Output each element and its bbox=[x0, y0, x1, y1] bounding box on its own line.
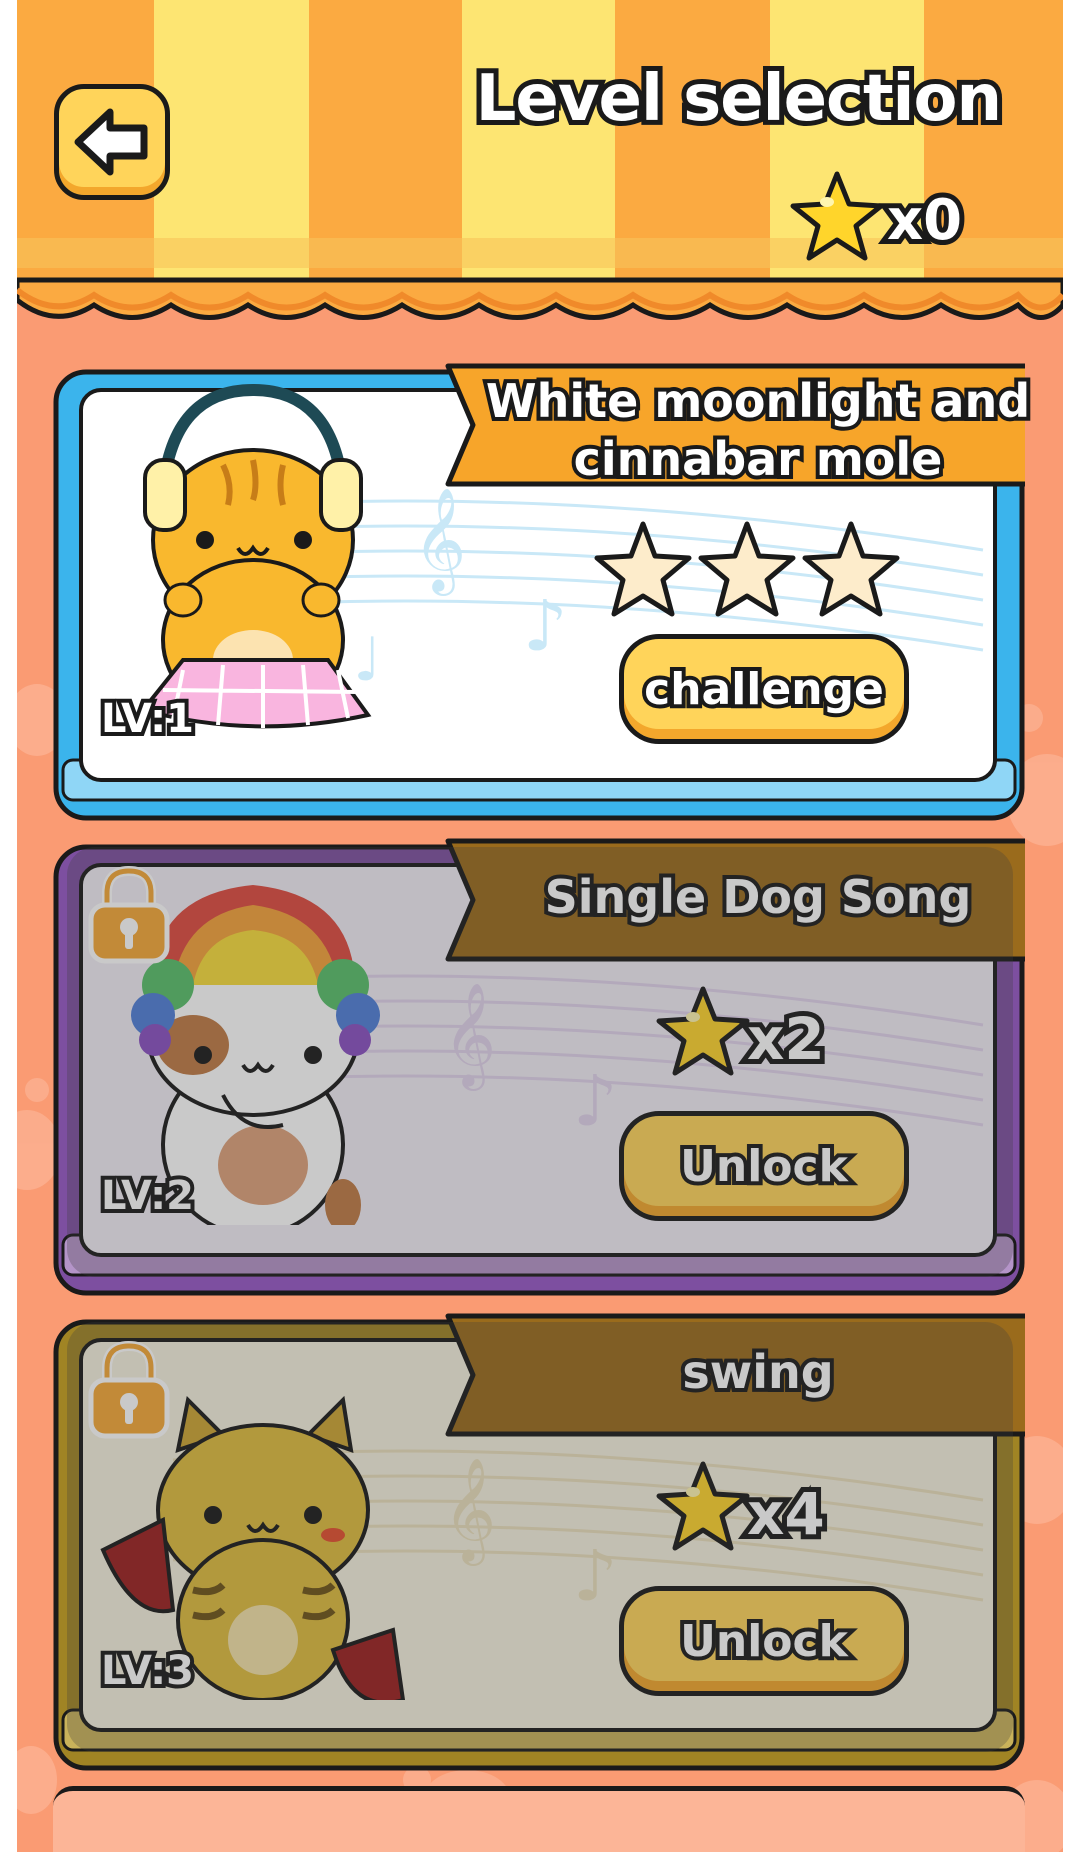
svg-text:𝄞: 𝄞 bbox=[443, 982, 496, 1091]
level-selection-screen: Level selection x0 𝄞 ♪ ♩ White moonlight… bbox=[17, 0, 1063, 1852]
svg-text:𝄞: 𝄞 bbox=[443, 1457, 496, 1566]
level-card-3[interactable]: 𝄞 ♪ swing x4 Unlock LV:3 bbox=[53, 1310, 1025, 1772]
star-icon bbox=[656, 1461, 750, 1551]
page-title: Level selection bbox=[471, 57, 1007, 141]
level-title-3: swing bbox=[678, 1341, 837, 1403]
back-button[interactable] bbox=[54, 84, 170, 200]
lock-icon bbox=[88, 1340, 170, 1439]
arrow-left-icon bbox=[74, 108, 148, 176]
rating-star-3 bbox=[802, 521, 900, 617]
star-icon bbox=[656, 986, 750, 1076]
svg-text:♪: ♪ bbox=[573, 1060, 618, 1142]
lock-icon bbox=[88, 865, 170, 964]
unlock-cost-count: x2 bbox=[742, 1000, 830, 1078]
unlock-cost: x2 bbox=[653, 983, 853, 1083]
star-rating bbox=[594, 521, 900, 617]
level-label-1: LV:1 bbox=[97, 692, 198, 746]
level-title-1: White moonlight and cinnabar mole bbox=[453, 360, 1034, 500]
svg-text:♪: ♪ bbox=[523, 585, 568, 667]
unlock-button-level-3[interactable]: Unlock bbox=[619, 1586, 909, 1696]
unlock-cost-count: x4 bbox=[742, 1475, 830, 1553]
star-icon bbox=[790, 171, 884, 261]
cat-headphones-character bbox=[139, 383, 372, 729]
unlock-button-level-2[interactable]: Unlock bbox=[619, 1111, 909, 1221]
challenge-button[interactable]: challenge bbox=[619, 634, 909, 744]
star-total-count: x0 bbox=[882, 183, 967, 258]
level-card-2[interactable]: 𝄞 ♪ Single Dog Song x2 Unlock LV:2 bbox=[53, 835, 1025, 1297]
unlock-cost: x4 bbox=[653, 1458, 853, 1558]
svg-text:♪: ♪ bbox=[573, 1535, 618, 1617]
svg-text:𝄞: 𝄞 bbox=[413, 487, 466, 596]
rating-star-1 bbox=[594, 521, 692, 617]
next-level-card-edge bbox=[53, 1786, 1025, 1852]
level-title-2: Single Dog Song bbox=[541, 866, 976, 928]
level-label-3: LV:3 bbox=[97, 1644, 198, 1698]
rating-star-2 bbox=[698, 521, 796, 617]
star-total: x0 bbox=[787, 168, 987, 268]
level-title-1-line-1: White moonlight and bbox=[482, 370, 1034, 432]
level-title-1-line-2: cinnabar mole bbox=[570, 428, 947, 490]
level-card-1[interactable]: 𝄞 ♪ ♩ White moonlight and cinnabar mole bbox=[53, 360, 1034, 822]
level-label-2: LV:2 bbox=[97, 1169, 198, 1223]
